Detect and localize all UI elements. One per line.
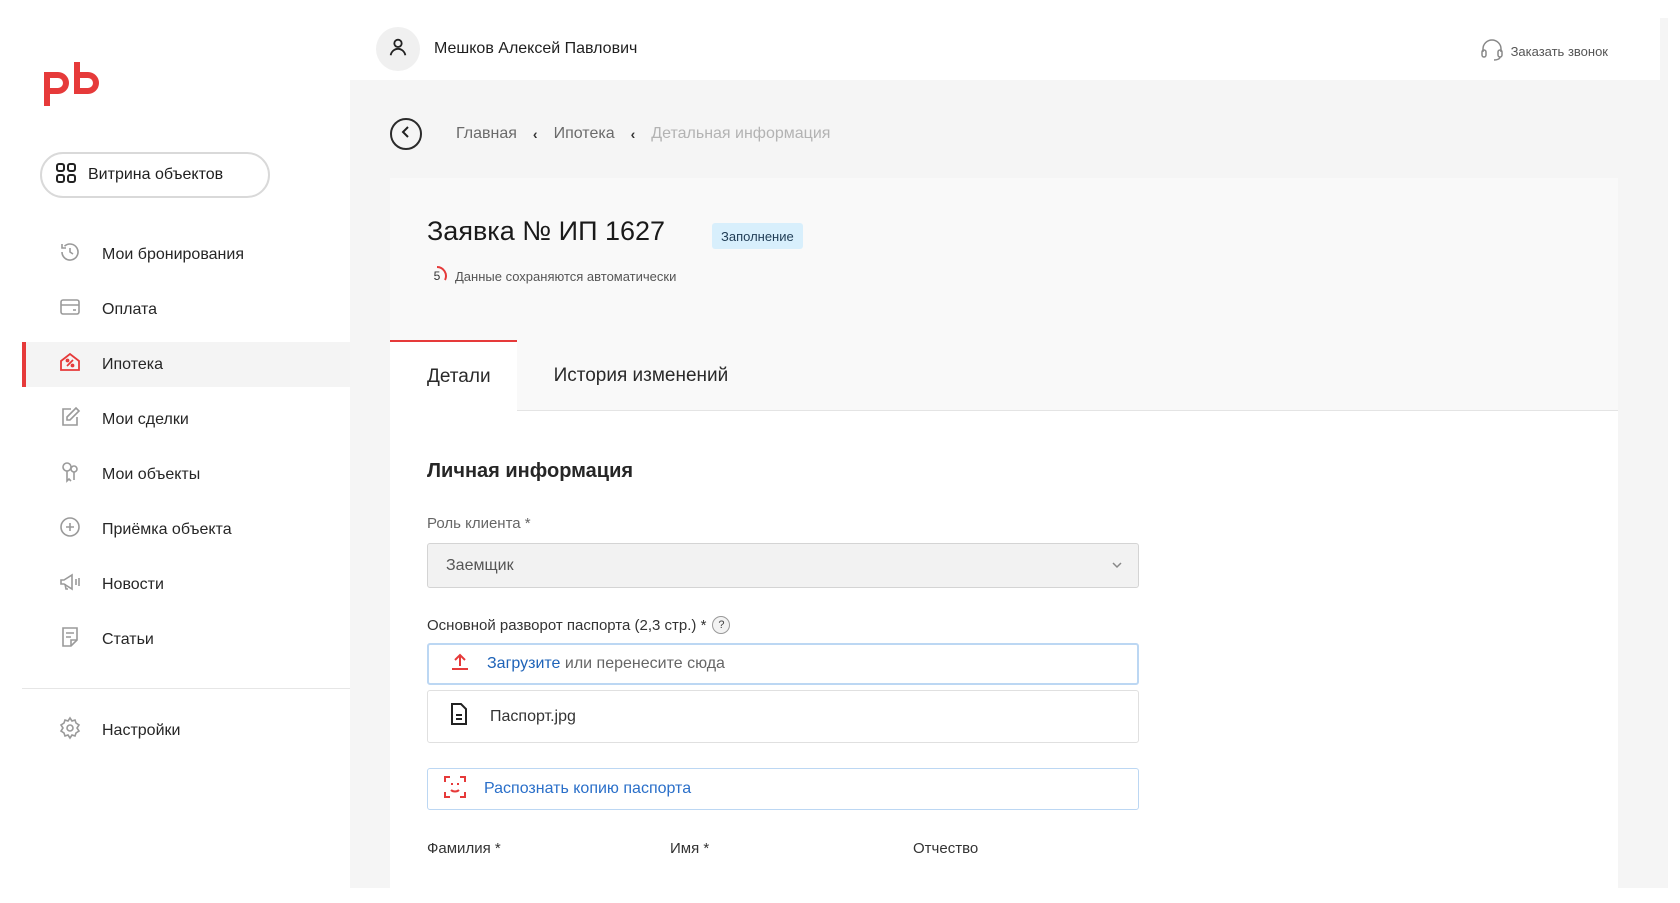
user-icon: [387, 36, 409, 63]
topbar: Мешков Алексей Павлович Заказать звонок: [350, 18, 1660, 80]
sidebar-item-mortgage[interactable]: Ипотека: [22, 342, 350, 387]
sidebar-nav: Мои бронирования Оплата Ипотека Мои сдел…: [22, 232, 350, 672]
sidebar-settings-group: Настройки: [22, 708, 350, 763]
name-fields-labels: Фамилия * Имя * Отчество: [427, 840, 1127, 860]
sidebar-item-settings[interactable]: Настройки: [22, 708, 350, 753]
keys-icon: [58, 460, 82, 489]
history-icon: [58, 240, 82, 269]
application-card: Заявка № ИП 1627 Заполнение 5 Данные сох…: [390, 178, 1618, 890]
sidebar: Витрина объектов Мои бронирования Оплата…: [22, 18, 350, 888]
scan-icon: [442, 774, 468, 805]
grid-icon: [54, 161, 78, 190]
chevron-left-icon: ‹: [630, 126, 636, 142]
sidebar-item-articles[interactable]: Статьи: [22, 617, 350, 662]
breadcrumb-mortgage[interactable]: Ипотека: [554, 125, 615, 143]
brand-logo[interactable]: [40, 58, 108, 110]
chevron-down-icon: [1110, 558, 1124, 577]
sidebar-item-label: Настройки: [102, 721, 181, 739]
article-icon: [58, 625, 82, 654]
breadcrumb: Главная ‹ Ипотека ‹ Детальная информация: [390, 118, 830, 150]
chevron-left-icon: [399, 125, 413, 144]
sidebar-item-label: Мои бронирования: [102, 245, 244, 263]
passport-label-row: Основной разворот паспорта (2,3 стр.) * …: [427, 616, 731, 634]
sidebar-item-label: Мои сделки: [102, 410, 189, 428]
callback-button[interactable]: Заказать звонок: [1479, 38, 1608, 65]
sidebar-divider: [22, 688, 350, 689]
help-icon[interactable]: ?: [712, 616, 731, 634]
passport-label: Основной разворот паспорта (2,3 стр.) *: [427, 616, 707, 634]
upload-icon: [449, 651, 471, 678]
sidebar-item-label: Мои объекты: [102, 465, 201, 483]
recognize-passport-button[interactable]: Распознать копию паспорта: [427, 768, 1139, 810]
surname-label: Фамилия *: [427, 840, 501, 857]
sidebar-item-label: Ипотека: [102, 355, 164, 373]
back-button[interactable]: [390, 118, 422, 150]
megaphone-icon: [58, 570, 82, 599]
sidebar-item-label: Оплата: [102, 300, 158, 318]
autosave-text: Данные сохраняются автоматически: [455, 268, 677, 284]
upload-text: Загрузите или перенесите сюда: [487, 655, 725, 673]
card-icon: [58, 295, 82, 324]
section-title: Личная информация: [427, 460, 634, 482]
sidebar-item-acceptance[interactable]: Приёмка объекта: [22, 507, 350, 552]
recognize-label: Распознать копию паспорта: [484, 780, 692, 797]
page-title: Заявка № ИП 1627: [427, 216, 666, 246]
sidebar-item-label: Новости: [102, 575, 164, 593]
autosave-countdown: 5: [427, 266, 447, 286]
autosave-indicator: 5 Данные сохраняются автоматически: [427, 266, 676, 286]
chevron-left-icon: ‹: [532, 126, 538, 142]
breadcrumb-home[interactable]: Главная: [456, 125, 517, 143]
tab-history[interactable]: История изменений: [517, 340, 755, 412]
headset-icon: [1479, 38, 1505, 65]
sidebar-item-news[interactable]: Новости: [22, 562, 350, 607]
status-badge: Заполнение: [712, 223, 803, 249]
file-name: Паспорт.jpg: [490, 707, 576, 725]
showcase-label: Витрина объектов: [88, 166, 224, 183]
gear-icon: [58, 716, 82, 745]
sidebar-item-label: Приёмка объекта: [102, 520, 232, 538]
breadcrumb-current: Детальная информация: [651, 125, 831, 142]
tab-details[interactable]: Детали: [390, 340, 517, 412]
name-label: Имя *: [670, 840, 710, 857]
sidebar-item-payment[interactable]: Оплата: [22, 287, 350, 332]
house-percent-icon: [58, 350, 82, 379]
upload-hint: или перенесите сюда: [560, 655, 725, 672]
callback-label: Заказать звонок: [1510, 44, 1608, 59]
upload-link[interactable]: Загрузите: [487, 655, 560, 672]
uploaded-file[interactable]: Паспорт.jpg: [427, 690, 1139, 743]
tabs: Детали История изменений: [390, 340, 754, 412]
role-select[interactable]: Заемщик: [427, 543, 1139, 588]
showcase-button[interactable]: Витрина объектов: [40, 152, 270, 198]
edit-icon: [58, 405, 82, 434]
role-value: Заемщик: [446, 556, 514, 574]
sidebar-item-label: Статьи: [102, 630, 154, 648]
passport-upload-dropzone[interactable]: Загрузите или перенесите сюда: [427, 643, 1139, 685]
avatar[interactable]: [376, 27, 420, 71]
sidebar-item-objects[interactable]: Мои объекты: [22, 452, 350, 497]
progress-ring-icon: [436, 266, 447, 281]
sidebar-item-deals[interactable]: Мои сделки: [22, 397, 350, 442]
role-label: Роль клиента *: [427, 515, 531, 532]
application-header: Заявка № ИП 1627 Заполнение 5 Данные сох…: [390, 178, 1618, 412]
sidebar-item-bookings[interactable]: Мои бронирования: [22, 232, 350, 277]
plus-circle-icon: [58, 515, 82, 544]
patronymic-label: Отчество: [913, 840, 979, 857]
user-name: Мешков Алексей Павлович: [434, 40, 638, 57]
file-icon: [448, 702, 470, 731]
